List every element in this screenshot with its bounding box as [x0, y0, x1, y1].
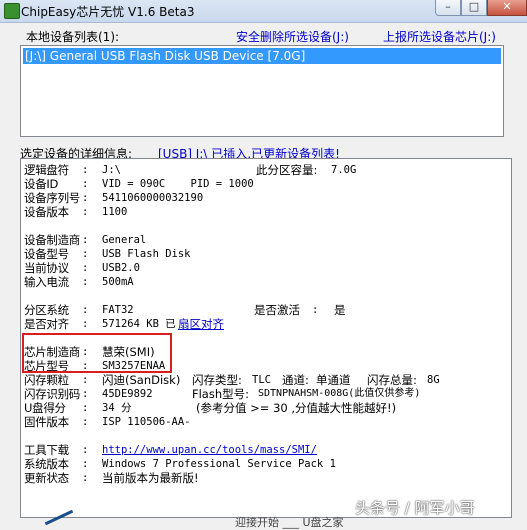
bottom-partial-text: 迎接开始 ___ U盘之家	[235, 516, 344, 529]
app-icon	[4, 3, 20, 19]
maximize-button[interactable]: □	[461, 0, 487, 16]
close-button[interactable]: ✕	[487, 0, 527, 16]
minimize-button[interactable]: –	[435, 0, 461, 16]
device-list-label: 本地设备列表(1):	[26, 30, 120, 44]
title-bar: ChipEasy芯片无忧 V1.6 Beta3 – □ ✕	[0, 0, 527, 23]
chip-info-highlight	[22, 333, 172, 373]
window-title: ChipEasy芯片无忧 V1.6 Beta3	[21, 5, 195, 19]
tool-download-link[interactable]: http://www.upan.cc/tools/mass/SMI/	[102, 443, 317, 457]
safe-remove-link[interactable]: 安全删除所选设备(J:)	[236, 28, 349, 45]
watermark: 头条号 / 阿军小哥	[355, 499, 475, 517]
device-listbox[interactable]: [J:\] General USB Flash Disk USB Device …	[20, 45, 504, 137]
details-panel[interactable]: 逻辑盘符 : J:\ 此分区容量: 7.0G 设备ID : VID = 090C…	[20, 158, 512, 518]
device-list-item[interactable]: [J:\] General USB Flash Disk USB Device …	[22, 47, 502, 65]
report-chip-link[interactable]: 上报所选设备芯片(J:)	[383, 28, 496, 45]
sector-align-link[interactable]: 扇区对齐	[178, 317, 224, 331]
